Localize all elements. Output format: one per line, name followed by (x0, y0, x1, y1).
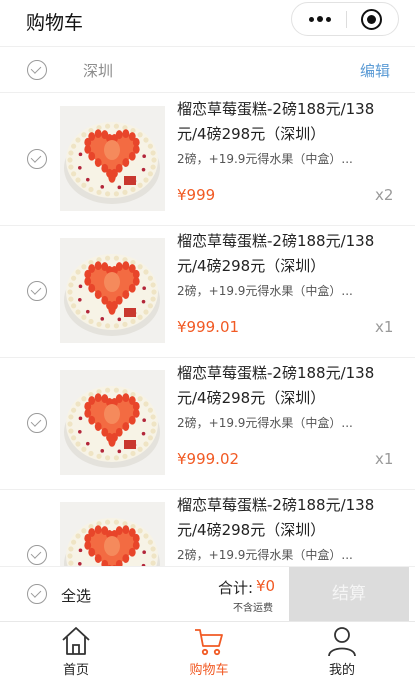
cart-item-list: 榴恋草莓蛋糕-2磅188元/138元/4磅298元（深圳） 2磅，+19.9元得… (0, 94, 415, 622)
shipping-note: 不含运费 (233, 603, 273, 614)
checkout-bar: 全选 合计: ¥0 不含运费 结算 (0, 566, 415, 621)
nav-bar: 购物车 (0, 0, 415, 44)
item-spec: 2磅，+19.9元得水果（中盒）... (177, 548, 353, 562)
product-image[interactable] (60, 370, 165, 475)
home-icon (62, 627, 90, 655)
item-price: ¥999 (177, 186, 216, 204)
item-title[interactable]: 榴恋草莓蛋糕-2磅188元/138元/4磅298元（深圳） (177, 229, 392, 279)
item-title[interactable]: 榴恋草莓蛋糕-2磅188元/138元/4磅298元（深圳） (177, 361, 392, 411)
edit-button[interactable]: 编辑 (360, 60, 390, 81)
product-image[interactable] (60, 238, 165, 343)
cart-icon (195, 629, 223, 656)
tab-cart-label: 购物车 (189, 663, 229, 678)
select-all-checkbox[interactable] (27, 584, 47, 604)
miniprogram-capsule (291, 2, 399, 36)
item-title[interactable]: 榴恋草莓蛋糕-2磅188元/138元/4磅298元（深圳） (177, 493, 392, 543)
tab-home[interactable]: 首页 (7, 622, 145, 680)
item-checkbox[interactable] (27, 281, 47, 301)
total-label: 合计: (218, 579, 254, 597)
tab-cart[interactable]: 购物车 (140, 622, 278, 680)
item-quantity: x2 (375, 186, 394, 204)
item-quantity: x1 (375, 450, 394, 468)
tab-bar: 首页 购物车 我的 (0, 621, 415, 685)
cart-item: 榴恋草莓蛋糕-2磅188元/138元/4磅298元（深圳） 2磅，+19.9元得… (0, 226, 415, 358)
tab-home-label: 首页 (62, 663, 89, 678)
total-amount: ¥0 (256, 577, 276, 595)
tab-me-label: 我的 (328, 663, 355, 678)
more-icon[interactable] (292, 3, 346, 35)
product-image[interactable] (60, 106, 165, 211)
item-spec: 2磅，+19.9元得水果（中盒）... (177, 284, 353, 298)
page-title: 购物车 (26, 12, 84, 34)
item-checkbox[interactable] (27, 149, 47, 169)
item-spec: 2磅，+19.9元得水果（中盒）... (177, 152, 353, 166)
shop-name: 深圳 (83, 62, 114, 80)
cart-page: 购物车 深圳 编辑 榴恋草莓蛋糕-2磅188元/138元/4磅298元（深圳） … (0, 0, 415, 685)
user-icon (328, 627, 356, 657)
cart-item: 榴恋草莓蛋糕-2磅188元/138元/4磅298元（深圳） 2磅，+19.9元得… (0, 94, 415, 226)
item-price: ¥999.02 (177, 450, 240, 468)
capsule-divider (346, 11, 347, 28)
item-spec: 2磅，+19.9元得水果（中盒）... (177, 416, 353, 430)
shop-checkbox[interactable] (27, 60, 47, 80)
item-quantity: x1 (375, 318, 394, 336)
item-title[interactable]: 榴恋草莓蛋糕-2磅188元/138元/4磅298元（深圳） (177, 97, 392, 147)
checkout-button[interactable]: 结算 (289, 567, 409, 621)
close-icon[interactable] (361, 9, 382, 30)
tab-me[interactable]: 我的 (273, 622, 411, 680)
select-all-label[interactable]: 全选 (61, 585, 91, 606)
item-price: ¥999.01 (177, 318, 240, 336)
cart-item: 榴恋草莓蛋糕-2磅188元/138元/4磅298元（深圳） 2磅，+19.9元得… (0, 358, 415, 490)
shop-row: 深圳 编辑 (0, 46, 415, 93)
item-checkbox[interactable] (27, 413, 47, 433)
item-checkbox[interactable] (27, 545, 47, 565)
